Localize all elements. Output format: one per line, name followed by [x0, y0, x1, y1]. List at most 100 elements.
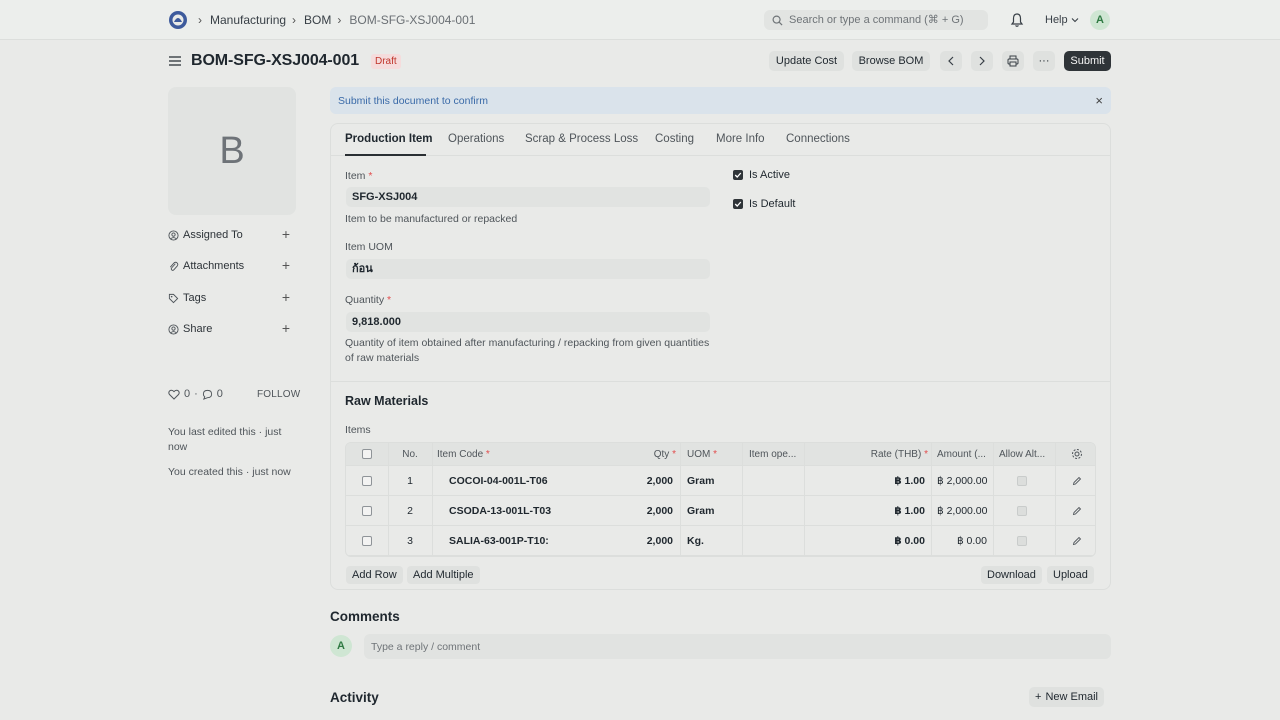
table-row[interactable]: 1 COCOI-04-001L-T06 2,000 Gram ฿ 1.00 ฿ …	[346, 466, 1095, 496]
row-item-code[interactable]: SALIA-63-001P-T10:	[449, 526, 557, 555]
dot-separator: ·	[194, 388, 198, 400]
comment-box[interactable]	[364, 634, 1111, 659]
tab-operations[interactable]: Operations	[448, 133, 504, 145]
row-edit-cell	[1057, 496, 1095, 525]
plus-icon[interactable]: +	[282, 227, 290, 241]
allow-alternative-checkbox[interactable]	[1016, 505, 1027, 516]
form-card: Production Item Operations Scrap & Proce…	[330, 123, 1111, 590]
sidebar-toggle-icon[interactable]	[168, 54, 182, 68]
column-divider	[432, 443, 433, 556]
last-edited-note: You last edited this · just now	[168, 426, 282, 453]
chevron-right-icon	[979, 56, 985, 66]
chevron-right-icon: ›	[198, 13, 202, 27]
add-row-button[interactable]: Add Row	[346, 566, 403, 584]
uom-input[interactable]: ก้อน	[346, 259, 710, 279]
comment-input[interactable]	[364, 634, 1064, 659]
table-row[interactable]: 3 SALIA-63-001P-T10: 2,000 Kg. ฿ 0.00 ฿ …	[346, 526, 1095, 556]
row-allow-alt-cell	[999, 496, 1044, 525]
plus-icon[interactable]: +	[282, 290, 290, 304]
add-multiple-button[interactable]: Add Multiple	[407, 566, 480, 584]
table-row[interactable]: 2 CSODA-13-001L-T03 2,000 Gram ฿ 1.00 ฿ …	[346, 496, 1095, 526]
column-divider	[804, 443, 805, 556]
row-checkbox[interactable]	[362, 535, 372, 546]
breadcrumb: › Manufacturing › BOM › BOM-SFG-XSJ004-0…	[198, 13, 475, 27]
tab-production-item[interactable]: Production Item	[345, 133, 433, 145]
new-email-button[interactable]: + New Email	[1029, 687, 1105, 707]
row-qty[interactable]: 2,000	[558, 526, 673, 555]
document-image-placeholder[interactable]: B	[168, 87, 296, 215]
row-checkbox[interactable]	[362, 475, 372, 486]
row-uom[interactable]: Gram	[687, 466, 742, 495]
heart-icon[interactable]	[168, 389, 180, 400]
download-button[interactable]: Download	[981, 566, 1042, 584]
notification-bell-icon[interactable]	[1009, 12, 1025, 28]
row-item-code[interactable]: CSODA-13-001L-T03	[449, 496, 557, 525]
col-qty: Qty *	[558, 443, 676, 465]
tab-more-info[interactable]: More Info	[716, 133, 765, 145]
submit-button[interactable]: Submit	[1064, 51, 1111, 71]
print-button[interactable]	[1002, 51, 1024, 71]
gear-icon[interactable]	[1071, 448, 1083, 460]
breadcrumb-current[interactable]: BOM-SFG-XSJ004-001	[349, 13, 475, 27]
is-active-checkbox[interactable]: Is Active	[733, 169, 790, 181]
sidebar-item-label: Tags	[183, 292, 207, 304]
breadcrumb-bom[interactable]: BOM	[304, 13, 331, 27]
quantity-input[interactable]: 9,818.000	[346, 312, 710, 332]
row-qty[interactable]: 2,000	[558, 496, 673, 525]
comment-icon[interactable]	[202, 389, 213, 400]
row-qty[interactable]: 2,000	[558, 466, 673, 495]
help-menu[interactable]: Help	[1045, 14, 1079, 26]
upload-button[interactable]: Upload	[1047, 566, 1094, 584]
user-avatar[interactable]: A	[1090, 10, 1110, 30]
next-doc-button[interactable]	[971, 51, 993, 71]
tab-costing[interactable]: Costing	[655, 133, 694, 145]
tab-scrap-process-loss[interactable]: Scrap & Process Loss	[525, 133, 638, 145]
sidebar-attachments[interactable]: Attachments +	[168, 258, 296, 274]
app-logo-icon[interactable]	[168, 10, 188, 30]
plus-icon[interactable]: +	[282, 258, 290, 272]
plus-icon[interactable]: +	[282, 321, 290, 335]
allow-alternative-checkbox[interactable]	[1016, 475, 1027, 486]
row-item-operation[interactable]	[749, 496, 807, 525]
more-actions-button[interactable]: ···	[1033, 51, 1055, 71]
update-cost-button[interactable]: Update Cost	[769, 51, 844, 71]
required-mark: *	[713, 448, 718, 460]
row-item-operation[interactable]	[749, 466, 807, 495]
assign-user-icon	[168, 229, 179, 241]
sidebar-tags[interactable]: Tags +	[168, 290, 296, 306]
search-input[interactable]	[789, 14, 979, 26]
chevron-right-icon: ›	[337, 13, 342, 27]
row-item-operation[interactable]	[749, 526, 807, 555]
close-icon[interactable]: ×	[1095, 93, 1103, 108]
allow-alternative-checkbox[interactable]	[1016, 535, 1027, 546]
row-uom[interactable]: Gram	[687, 496, 742, 525]
row-item-code[interactable]: COCOI-04-001L-T06	[449, 466, 557, 495]
row-rate[interactable]: ฿ 1.00	[808, 466, 925, 495]
row-edit-cell	[1057, 466, 1095, 495]
search-bar[interactable]	[764, 10, 988, 30]
comment-avatar: A	[330, 635, 352, 657]
checkbox-checked[interactable]	[733, 170, 743, 180]
is-default-checkbox[interactable]: Is Default	[733, 198, 795, 210]
follow-button[interactable]: FOLLOW	[257, 389, 300, 400]
browse-bom-button[interactable]: Browse BOM	[852, 51, 930, 71]
row-uom[interactable]: Kg.	[687, 526, 742, 555]
checkbox-checked[interactable]	[733, 199, 743, 209]
item-input[interactable]: SFG-XSJ004	[346, 187, 710, 207]
row-rate[interactable]: ฿ 1.00	[808, 496, 925, 525]
chevron-right-icon: ›	[292, 13, 297, 27]
tab-connections[interactable]: Connections	[786, 133, 850, 145]
sidebar-share[interactable]: Share +	[168, 321, 296, 337]
select-all-checkbox[interactable]	[362, 449, 372, 459]
previous-doc-button[interactable]	[940, 51, 962, 71]
item-description: Item to be manufactured or repacked	[345, 213, 518, 225]
pencil-icon[interactable]	[1072, 536, 1082, 546]
row-rate[interactable]: ฿ 0.00	[808, 526, 925, 555]
sidebar-assigned-to[interactable]: Assigned To +	[168, 227, 296, 243]
breadcrumb-manufacturing[interactable]: Manufacturing	[210, 13, 286, 27]
pencil-icon[interactable]	[1072, 476, 1082, 486]
row-checkbox[interactable]	[362, 505, 372, 516]
column-divider	[1055, 443, 1056, 556]
pencil-icon[interactable]	[1072, 506, 1082, 516]
is-active-label: Is Active	[749, 169, 790, 181]
